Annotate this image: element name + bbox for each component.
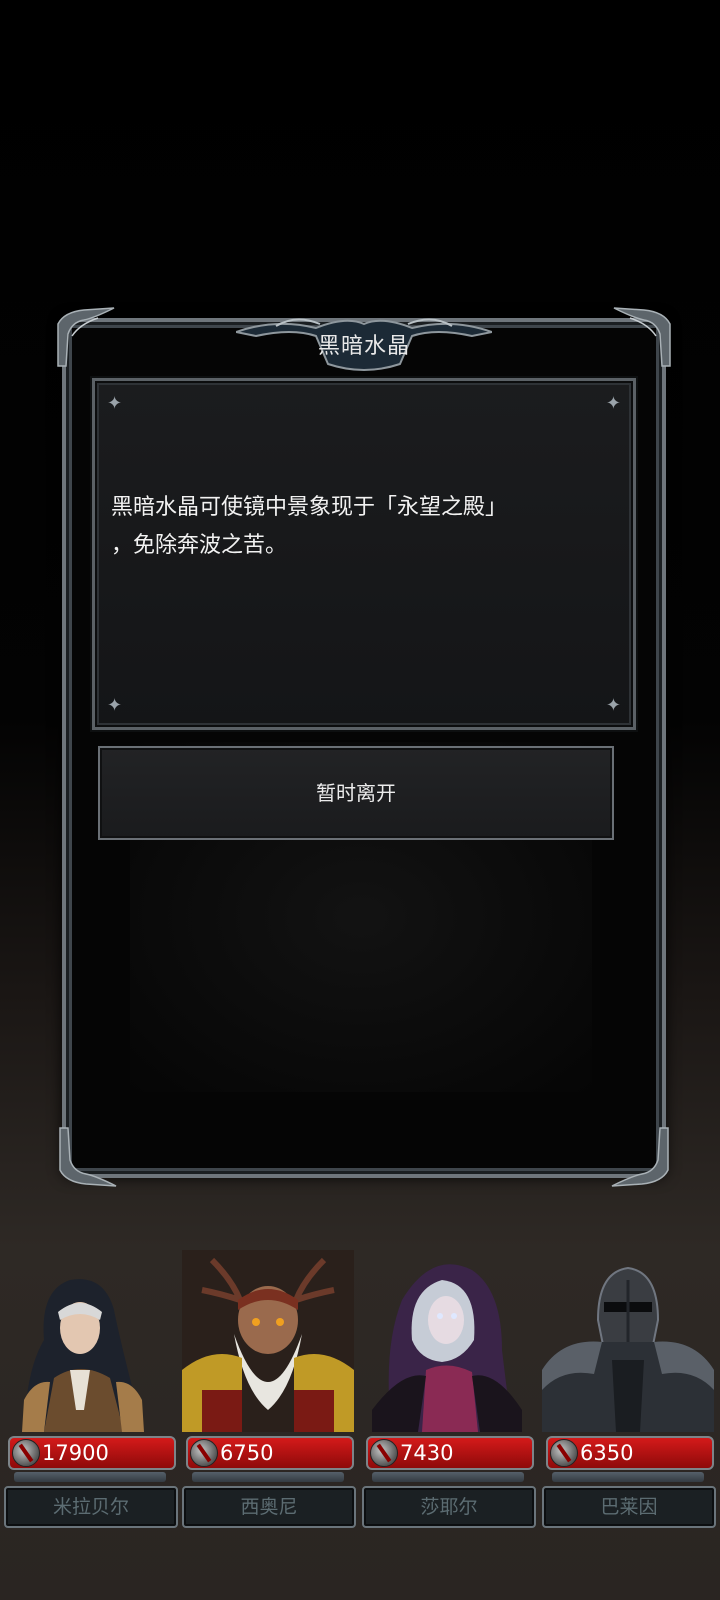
party-member[interactable]: 17900 米拉贝尔 [2,1250,178,1528]
message-line: ，免除奔波之苦。 [111,533,288,558]
party-member[interactable]: 6350 巴莱因 [540,1250,716,1528]
ornament-corner-icon [611,1127,669,1187]
member-name[interactable]: 西奥尼 [182,1486,356,1528]
sparkle-icon: ✦ [605,393,621,414]
mana-bar [552,1472,704,1482]
hp-bar: 6750 [186,1436,354,1470]
portrait-sorceress-icon [372,1264,522,1432]
mana-bar [14,1472,166,1482]
hp-bar: 6350 [546,1436,714,1470]
message-frame: ✦ ✦ ✦ ✦ 黑暗水晶可使镜中景象现于「永望之殿」 ，免除奔波之苦。 [92,378,636,730]
portrait-nun-icon [22,1279,144,1432]
sword-icon [12,1439,40,1467]
mana-bar [372,1472,524,1482]
member-name[interactable]: 米拉贝尔 [4,1486,178,1528]
party-bar: 17900 米拉贝尔 6750 西奥尼 7430 莎耶尔 6350 巴莱因 [0,1250,720,1530]
hp-bar: 17900 [8,1436,176,1470]
sparkle-icon: ✦ [605,695,621,716]
hp-value: 6350 [580,1441,634,1465]
mana-bar [192,1472,344,1482]
dialog-title: 黑暗水晶 [317,334,410,359]
hp-value: 7430 [400,1441,454,1465]
ornament-corner-icon [59,1127,117,1187]
sparkle-icon: ✦ [107,393,123,414]
message-line: 黑暗水晶可使镜中景象现于「永望之殿」 [111,495,508,520]
portrait-knight-icon [542,1266,714,1432]
event-dialog: 黑暗水晶 ✦ ✦ ✦ ✦ 黑暗水晶可使镜中景象现于「永望之殿」 ，免除奔波之苦。… [57,307,671,1187]
member-name[interactable]: 巴莱因 [542,1486,716,1528]
leave-button[interactable]: 暂时离开 [98,746,614,840]
party-member[interactable]: 7430 莎耶尔 [360,1250,536,1528]
sword-icon [550,1439,578,1467]
ornament-corner-icon [57,307,115,367]
sword-icon [190,1439,218,1467]
portrait-elder-icon [182,1250,354,1432]
sword-icon [370,1439,398,1467]
ornament-corner-icon [613,307,671,367]
hp-bar: 7430 [366,1436,534,1470]
hp-value: 17900 [42,1441,109,1465]
hp-value: 6750 [220,1441,274,1465]
sparkle-icon: ✦ [107,695,123,716]
member-name[interactable]: 莎耶尔 [362,1486,536,1528]
party-member[interactable]: 6750 西奥尼 [180,1250,356,1528]
message-text: 黑暗水晶可使镜中景象现于「永望之殿」 ，免除奔波之苦。 [111,489,617,565]
title-plate: 黑暗水晶 [232,314,496,378]
